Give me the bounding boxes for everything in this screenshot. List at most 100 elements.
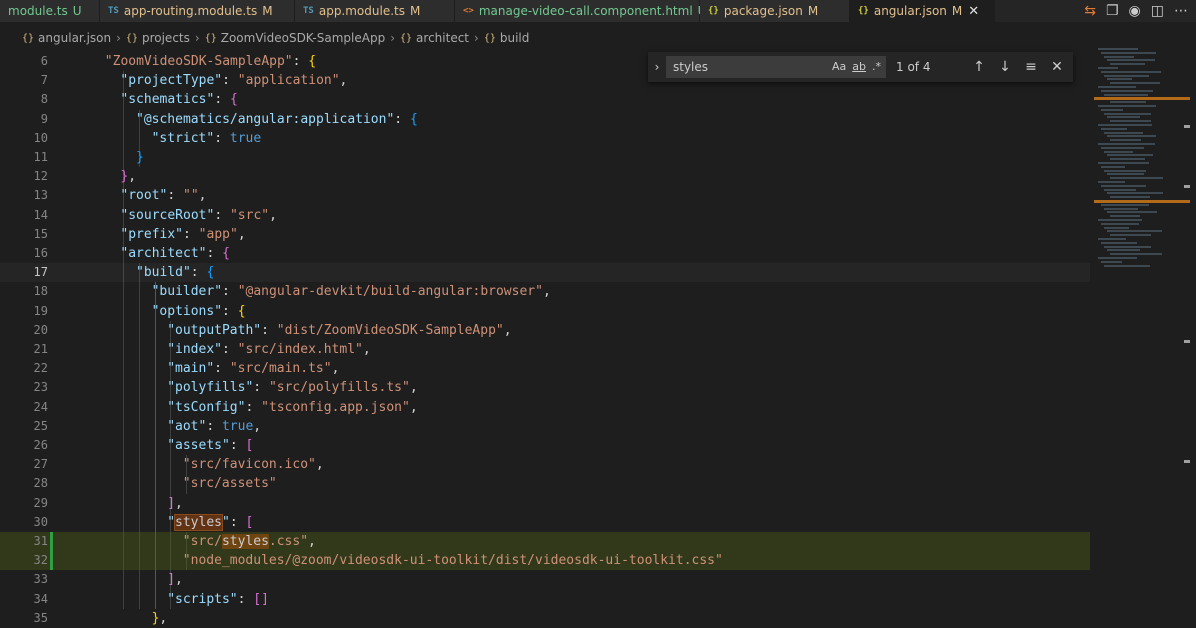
code-line[interactable]: 23 "polyfills": "src/polyfills.ts", bbox=[0, 378, 1090, 397]
breadcrumb-item[interactable]: {} build bbox=[484, 31, 530, 45]
code-text: "strict": true bbox=[152, 129, 262, 148]
line-number: 21 bbox=[33, 342, 48, 356]
more-actions-icon[interactable]: ⋯ bbox=[1174, 3, 1188, 19]
minimap-line bbox=[1104, 150, 1133, 153]
previous-match-arrow-up-icon[interactable]: ↑ bbox=[966, 59, 992, 75]
code-line[interactable]: 18 "builder": "@angular-devkit/build-angu… bbox=[0, 282, 1090, 301]
code-line[interactable]: 26 "assets": [ bbox=[0, 436, 1090, 455]
tab-status-mark: M bbox=[262, 4, 273, 18]
minimap-line bbox=[1101, 70, 1161, 73]
code-token: } bbox=[136, 150, 144, 165]
code-text: "build": { bbox=[136, 263, 214, 282]
tab-module-ts[interactable]: module.ts U bbox=[0, 0, 100, 22]
code-line[interactable]: 11} bbox=[0, 148, 1090, 167]
find-input-box[interactable]: Aa ab .* bbox=[666, 56, 886, 78]
tab-package-json[interactable]: {} package.json M bbox=[700, 0, 850, 22]
line-number: 19 bbox=[33, 303, 48, 318]
split-editor-icon[interactable]: ❐ bbox=[1106, 3, 1119, 19]
line-number: 10 bbox=[33, 130, 48, 145]
code-token: [ bbox=[245, 514, 254, 530]
line-number: 8 bbox=[40, 92, 48, 107]
code-line[interactable]: 13 "root": "", bbox=[0, 186, 1090, 205]
line-number: 31 bbox=[33, 534, 48, 548]
minimap-line bbox=[1107, 249, 1140, 252]
breadcrumb-item[interactable]: {} architect › bbox=[400, 31, 484, 45]
whole-word-toggle[interactable]: ab bbox=[852, 60, 866, 73]
breadcrumb-item[interactable]: {} angular.json › bbox=[22, 31, 126, 45]
line-number: 14 bbox=[33, 207, 48, 222]
code-line[interactable]: 16 "architect": { bbox=[0, 244, 1090, 263]
close-find-icon[interactable]: ✕ bbox=[1044, 59, 1070, 75]
breadcrumb-item[interactable]: {} ZoomVideoSDK-SampleApp › bbox=[205, 31, 400, 45]
minimap-line bbox=[1107, 173, 1144, 176]
minimap-line bbox=[1098, 238, 1126, 240]
code-text: "projectType": "application", bbox=[120, 71, 347, 90]
code-line[interactable]: 29], bbox=[0, 494, 1090, 513]
code-line[interactable]: 28 "src/assets" bbox=[0, 474, 1090, 493]
preview-eye-icon[interactable]: ◉ bbox=[1129, 3, 1141, 19]
match-case-toggle[interactable]: Aa bbox=[832, 60, 846, 73]
code-token: "src" bbox=[229, 207, 270, 223]
tab-angular-json[interactable]: {} angular.json M ✕ bbox=[850, 0, 995, 22]
code-editor[interactable]: 6 "ZoomVideoSDK-SampleApp": {7 "projectTyp… bbox=[0, 52, 1090, 628]
minimap-line bbox=[1110, 139, 1141, 142]
code-line[interactable]: 19 "options": { bbox=[0, 302, 1090, 321]
find-options: Aa ab .* bbox=[832, 60, 881, 73]
code-line[interactable]: 10 "strict": true bbox=[0, 129, 1090, 148]
minimap-line bbox=[1098, 105, 1156, 107]
code-line[interactable]: 30 "styles": [ bbox=[0, 513, 1090, 532]
breadcrumb-item[interactable]: {} projects › bbox=[126, 31, 205, 45]
regex-toggle[interactable]: .* bbox=[872, 60, 881, 73]
code-text: "aot": true, bbox=[167, 417, 261, 436]
code-line[interactable]: 33], bbox=[0, 570, 1090, 589]
tab-label: package.json bbox=[723, 4, 803, 18]
line-number: 29 bbox=[33, 495, 48, 510]
code-text: "root": "", bbox=[120, 186, 206, 205]
minimap-line bbox=[1104, 93, 1148, 96]
file-type-icon: TS bbox=[303, 6, 314, 16]
toggle-replace-chevron-icon[interactable]: › bbox=[648, 60, 666, 74]
minimap[interactable] bbox=[1090, 40, 1190, 628]
code-line[interactable]: 12}, bbox=[0, 167, 1090, 186]
code-line[interactable]: 31 "src/styles.css", bbox=[0, 532, 1090, 551]
code-text: "sourceRoot": "src", bbox=[120, 206, 277, 225]
code-line[interactable]: 20 "outputPath": "dist/ZoomVideoSDK-Sampl… bbox=[0, 321, 1090, 340]
find-input[interactable] bbox=[673, 60, 823, 74]
minimap-line bbox=[1098, 124, 1152, 126]
line-number: 26 bbox=[33, 438, 48, 452]
close-tab-icon[interactable]: ✕ bbox=[968, 4, 979, 19]
breadcrumb-label: angular.json bbox=[38, 31, 112, 45]
find-in-selection-icon[interactable]: ≡ bbox=[1018, 59, 1044, 75]
code-line[interactable]: 14 "sourceRoot": "src", bbox=[0, 206, 1090, 225]
code-line[interactable]: 21 "index": "src/index.html", bbox=[0, 340, 1090, 359]
line-number: 32 bbox=[33, 553, 48, 568]
code-line[interactable]: 34 "scripts": [] bbox=[0, 590, 1090, 609]
scrollbar-match-marker bbox=[1184, 185, 1190, 188]
code-line[interactable]: 9 "@schematics/angular:application": { bbox=[0, 110, 1090, 129]
code-line[interactable]: 17 "build": { bbox=[0, 263, 1090, 282]
split-right-icon[interactable]: ◫ bbox=[1151, 3, 1164, 19]
tab-app-module-ts[interactable]: TS app.module.ts M bbox=[295, 0, 455, 22]
line-number: 18 bbox=[33, 284, 48, 299]
next-match-arrow-down-icon[interactable]: ↓ bbox=[992, 59, 1018, 75]
minimap-line bbox=[1101, 184, 1146, 187]
code-line[interactable]: 35}, bbox=[0, 609, 1090, 628]
code-line[interactable]: 24 "tsConfig": "tsconfig.app.json", bbox=[0, 398, 1090, 417]
code-line[interactable]: 32 "node_modules/@zoom/videosdk-ui-toolki… bbox=[0, 551, 1090, 571]
code-text: "index": "src/index.html", bbox=[167, 340, 371, 359]
code-line[interactable]: 15 "prefix": "app", bbox=[0, 225, 1090, 244]
tab-app-routing-module-ts[interactable]: TS app-routing.module.ts M bbox=[100, 0, 295, 22]
code-line[interactable]: 8 "schematics": { bbox=[0, 90, 1090, 109]
code-line[interactable]: 25 "aot": true, bbox=[0, 417, 1090, 436]
code-token: : bbox=[167, 188, 184, 204]
code-token: "tsConfig" bbox=[167, 399, 246, 415]
code-line[interactable]: 27 "src/favicon.ico", bbox=[0, 455, 1090, 474]
breadcrumb-label: ZoomVideoSDK-SampleApp bbox=[220, 31, 386, 45]
open-changes-icon[interactable]: ⇆ bbox=[1084, 3, 1096, 19]
file-type-icon: {} bbox=[858, 6, 869, 16]
code-token: , bbox=[128, 169, 137, 185]
line-number: 25 bbox=[33, 418, 48, 433]
code-token: : bbox=[245, 399, 262, 415]
tab-manage-video-call-component-html[interactable]: <>manage-video-call.component.htmlU bbox=[455, 0, 706, 22]
code-line[interactable]: 22 "main": "src/main.ts", bbox=[0, 359, 1090, 378]
